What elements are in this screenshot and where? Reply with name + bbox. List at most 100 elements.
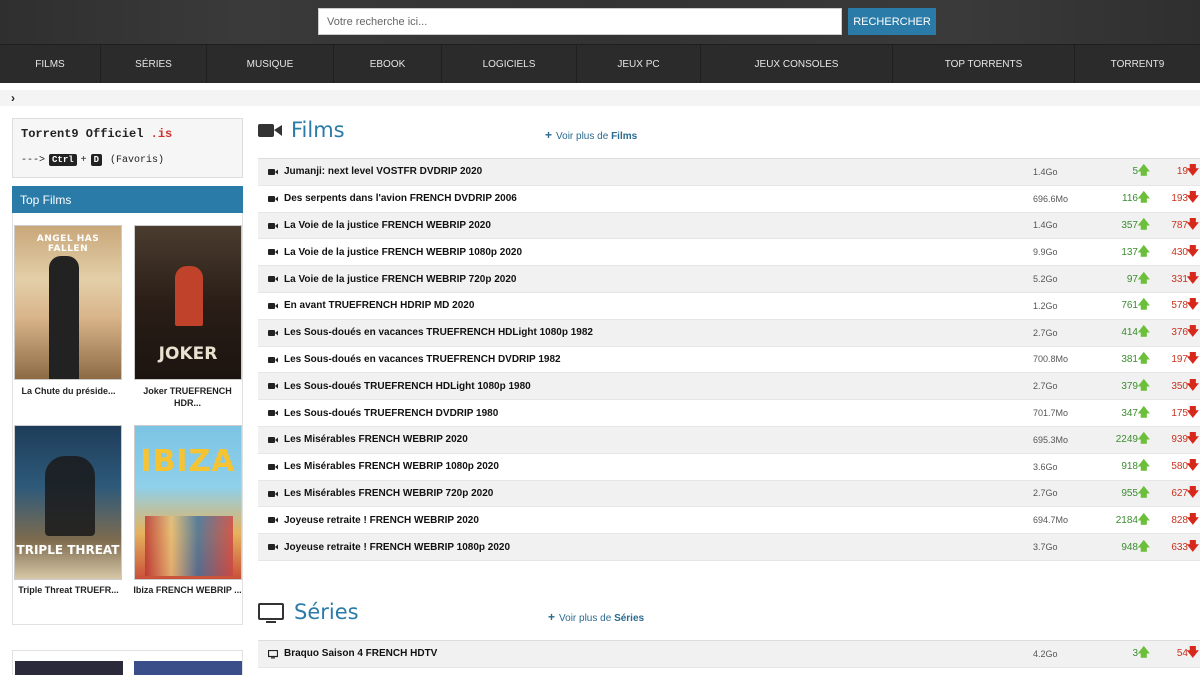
video-camera-icon <box>268 517 278 524</box>
table-row[interactable]: Joyeuse retraite ! FRENCH WEBRIP 1080p 2… <box>258 534 1200 561</box>
seeders-count: 379 <box>1121 380 1138 392</box>
seeders-count: 948 <box>1121 541 1138 553</box>
poster-figure <box>145 516 233 576</box>
table-row[interactable]: Des serpents dans l'avion FRENCH DVDRIP … <box>258 186 1200 213</box>
leechers-count: 331 <box>1171 273 1188 285</box>
top-films-title: Top Films <box>20 193 72 207</box>
plus-icon: + <box>545 128 553 142</box>
arrow-down-icon: 🡇 <box>1186 297 1199 312</box>
d-key: D <box>90 154 103 166</box>
poster-art-text: IBIZA <box>140 444 236 479</box>
series-table: Braquo Saison 4 FRENCH HDTV 4.2Go 3 🡅 54 🡇 <box>258 640 1200 668</box>
seeders-count: 955 <box>1121 487 1138 499</box>
poster-caption[interactable]: Triple Threat TRUEFR... <box>11 584 126 596</box>
leechers-count: 193 <box>1171 193 1188 205</box>
torrent-name[interactable]: Joyeuse retraite ! FRENCH WEBRIP 2020 <box>284 515 479 526</box>
poster-caption[interactable]: La Chute du préside... <box>11 385 126 397</box>
nav-films[interactable]: FILMS <box>0 45 101 83</box>
table-row[interactable]: Les Sous-doués TRUEFRENCH HDLight 1080p … <box>258 373 1200 401</box>
arrow-up-icon: 🡅 <box>1137 350 1150 365</box>
poster-art-text: JOKER <box>158 344 218 364</box>
search-input[interactable] <box>318 8 842 35</box>
leechers-count: 787 <box>1171 219 1188 231</box>
table-row[interactable]: Braquo Saison 4 FRENCH HDTV 4.2Go 3 🡅 54 🡇 <box>258 641 1200 668</box>
torrent-name[interactable]: La Voie de la justice FRENCH WEBRIP 720p… <box>284 274 517 285</box>
table-row[interactable]: Les Sous-doués TRUEFRENCH DVDRIP 1980 701… <box>258 400 1200 427</box>
seeders-count: 137 <box>1121 246 1138 258</box>
poster-triple-threat[interactable]: TRIPLE THREAT <box>14 425 122 580</box>
nav-musique[interactable]: MUSIQUE <box>207 45 334 83</box>
leechers-count: 633 <box>1171 541 1188 553</box>
voir-plus-target: Séries <box>614 613 645 624</box>
voir-plus-films-link[interactable]: + Voir plus de Films <box>545 128 637 142</box>
nav-top-torrents[interactable]: TOP TORRENTS <box>893 45 1075 83</box>
chevron-right-icon[interactable]: › <box>11 91 15 105</box>
leechers-count: 828 <box>1171 514 1188 526</box>
video-camera-icon <box>268 169 278 175</box>
table-row[interactable]: Joyeuse retraite ! FRENCH WEBRIP 2020 694… <box>258 507 1200 535</box>
favoris-text: (Favoris) <box>110 154 165 166</box>
nav-jeux-consoles[interactable]: JEUX CONSOLES <box>701 45 893 83</box>
poster-la-chute[interactable]: ANGEL HAS FALLEN <box>14 225 122 380</box>
nav-ebook[interactable]: EBOOK <box>334 45 442 83</box>
torrent-name[interactable]: Jumanji: next level VOSTFR DVDRIP 2020 <box>284 166 482 177</box>
video-camera-icon <box>268 302 278 309</box>
series-section-title: Séries <box>294 600 359 624</box>
table-row[interactable]: Les Misérables FRENCH WEBRIP 1080p 2020 3… <box>258 454 1200 481</box>
torrent-name[interactable]: Les Sous-doués TRUEFRENCH HDLight 1080p … <box>284 381 531 392</box>
search-button[interactable]: RECHERCHER <box>848 8 936 35</box>
leechers-count: 175 <box>1171 407 1188 419</box>
voir-plus-series-link[interactable]: + Voir plus de Séries <box>548 610 644 624</box>
table-row[interactable]: Jumanji: next level VOSTFR DVDRIP 2020 1.… <box>258 159 1200 186</box>
plus-icon: + <box>548 610 556 624</box>
video-camera-icon <box>268 490 278 497</box>
arrow-down-icon: 🡇 <box>1186 431 1199 446</box>
table-row[interactable]: La Voie de la justice FRENCH WEBRIP 1080… <box>258 239 1200 267</box>
torrent-name[interactable]: Joyeuse retraite ! FRENCH WEBRIP 1080p 2… <box>284 542 510 553</box>
nav-torrent9[interactable]: TORRENT9 <box>1075 45 1200 83</box>
torrent-name[interactable]: Les Sous-doués en vacances TRUEFRENCH HD… <box>284 327 593 338</box>
table-row[interactable]: Les Sous-doués en vacances TRUEFRENCH HD… <box>258 319 1200 347</box>
video-camera-icon <box>268 222 278 229</box>
arrow-up-icon: 🡅 <box>1137 538 1150 553</box>
table-row[interactable]: Les Sous-doués en vacances TRUEFRENCH DV… <box>258 347 1200 374</box>
torrent-name[interactable]: En avant TRUEFRENCH HDRIP MD 2020 <box>284 300 474 311</box>
torrent-name[interactable]: La Voie de la justice FRENCH WEBRIP 1080… <box>284 247 522 258</box>
arrow-down-icon: 🡇 <box>1186 377 1199 392</box>
table-row[interactable]: La Voie de la justice FRENCH WEBRIP 2020… <box>258 212 1200 240</box>
table-row[interactable]: Les Misérables FRENCH WEBRIP 720p 2020 2.… <box>258 480 1200 508</box>
nav-logiciels[interactable]: LOGICIELS <box>442 45 577 83</box>
torrent-name[interactable]: Les Misérables FRENCH WEBRIP 1080p 2020 <box>284 461 499 472</box>
torrent-name[interactable]: La Voie de la justice FRENCH WEBRIP 2020 <box>284 220 491 231</box>
poster-caption[interactable]: Joker TRUEFRENCH HDR... <box>130 385 245 409</box>
leechers-count: 350 <box>1171 380 1188 392</box>
top-films-next-panel <box>12 650 243 675</box>
torrent-name[interactable]: Les Misérables FRENCH WEBRIP 2020 <box>284 434 468 445</box>
poster-thumb[interactable] <box>15 661 123 675</box>
table-row[interactable]: Les Misérables FRENCH WEBRIP 2020 695.3Mo… <box>258 426 1200 454</box>
nav-jeux-pc[interactable]: JEUX PC <box>577 45 701 83</box>
table-row[interactable]: La Voie de la justice FRENCH WEBRIP 720p… <box>258 266 1200 293</box>
poster-joker[interactable]: JOKER <box>134 225 242 380</box>
poster-thumb[interactable] <box>134 661 242 675</box>
arrow-up-icon: 🡅 <box>1137 404 1150 419</box>
torrent-name[interactable]: Les Misérables FRENCH WEBRIP 720p 2020 <box>284 488 493 499</box>
torrent-name[interactable]: Braquo Saison 4 FRENCH HDTV <box>284 648 437 659</box>
tv-icon <box>258 603 284 623</box>
arrow-down-icon: 🡇 <box>1186 538 1199 553</box>
leechers-count: 430 <box>1171 246 1188 258</box>
torrent-name[interactable]: Les Sous-doués TRUEFRENCH DVDRIP 1980 <box>284 408 498 419</box>
poster-ibiza[interactable]: IBIZA <box>134 425 242 580</box>
leechers-count: 627 <box>1171 487 1188 499</box>
torrent-name[interactable]: Des serpents dans l'avion FRENCH DVDRIP … <box>284 193 517 204</box>
brand-tld: .is <box>150 127 173 141</box>
video-camera-icon <box>268 544 278 551</box>
nav-series[interactable]: SÉRIES <box>101 45 207 83</box>
torrent-name[interactable]: Les Sous-doués en vacances TRUEFRENCH DV… <box>284 354 561 365</box>
poster-figure <box>49 256 79 379</box>
table-row[interactable]: En avant TRUEFRENCH HDRIP MD 2020 1.2Go 76… <box>258 293 1200 320</box>
seeders-count: 97 <box>1126 273 1138 285</box>
favorites-hint: ---> Ctrl + D (Favoris) <box>21 154 234 166</box>
arrow-down-icon: 🡇 <box>1186 645 1199 660</box>
poster-caption[interactable]: Ibiza FRENCH WEBRIP ... <box>130 584 245 596</box>
